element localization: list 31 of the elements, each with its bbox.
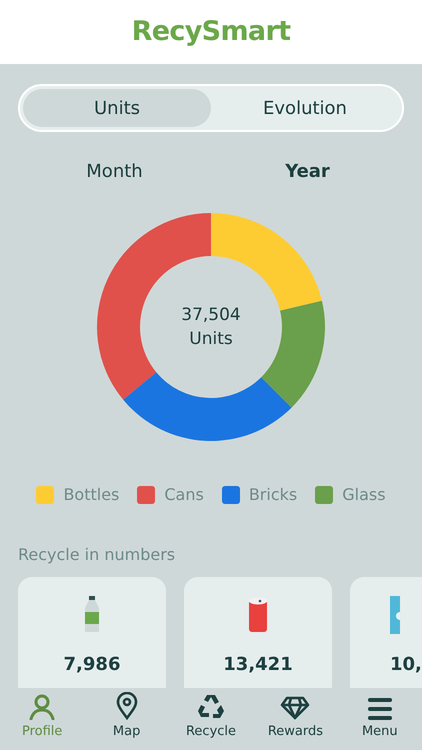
legend-label: Glass (342, 484, 386, 506)
nav-tab[interactable]: Menu (338, 690, 422, 750)
legend-label: Bottles (63, 484, 120, 506)
menu-icon (368, 698, 392, 720)
recycle-icon (197, 692, 226, 720)
section-title: Recycle in numbers (18, 544, 176, 566)
nav-tab[interactable]: Recycle (168, 690, 254, 750)
legend-swatch (315, 486, 334, 504)
can-icon (248, 597, 268, 633)
stat-value: 13,421 (223, 653, 293, 677)
stat-value: 10, (390, 653, 422, 677)
period-tab[interactable]: Month (86, 158, 143, 185)
legend-swatch (36, 486, 54, 504)
view-tab[interactable]: Units (23, 89, 211, 127)
legend-swatch (222, 486, 240, 504)
legend-label: Cans (164, 484, 204, 506)
app-logo: RecySmart (132, 14, 290, 49)
stat-value: 7,986 (64, 653, 120, 677)
nav-tab[interactable]: Rewards (253, 690, 338, 750)
carton-icon (390, 596, 400, 634)
total-unit: Units (189, 328, 233, 351)
legend-label: Bricks (248, 484, 298, 506)
map-pin-icon (116, 692, 138, 720)
person-icon (29, 694, 56, 720)
period-tab[interactable]: Year (285, 158, 330, 185)
diamond-icon (280, 696, 310, 720)
legend-swatch (137, 486, 156, 504)
total-value: 37,504 (181, 304, 241, 327)
view-tab[interactable]: Evolution (211, 89, 399, 127)
nav-tab[interactable]: Map (84, 690, 169, 750)
bottle-icon (84, 596, 100, 634)
